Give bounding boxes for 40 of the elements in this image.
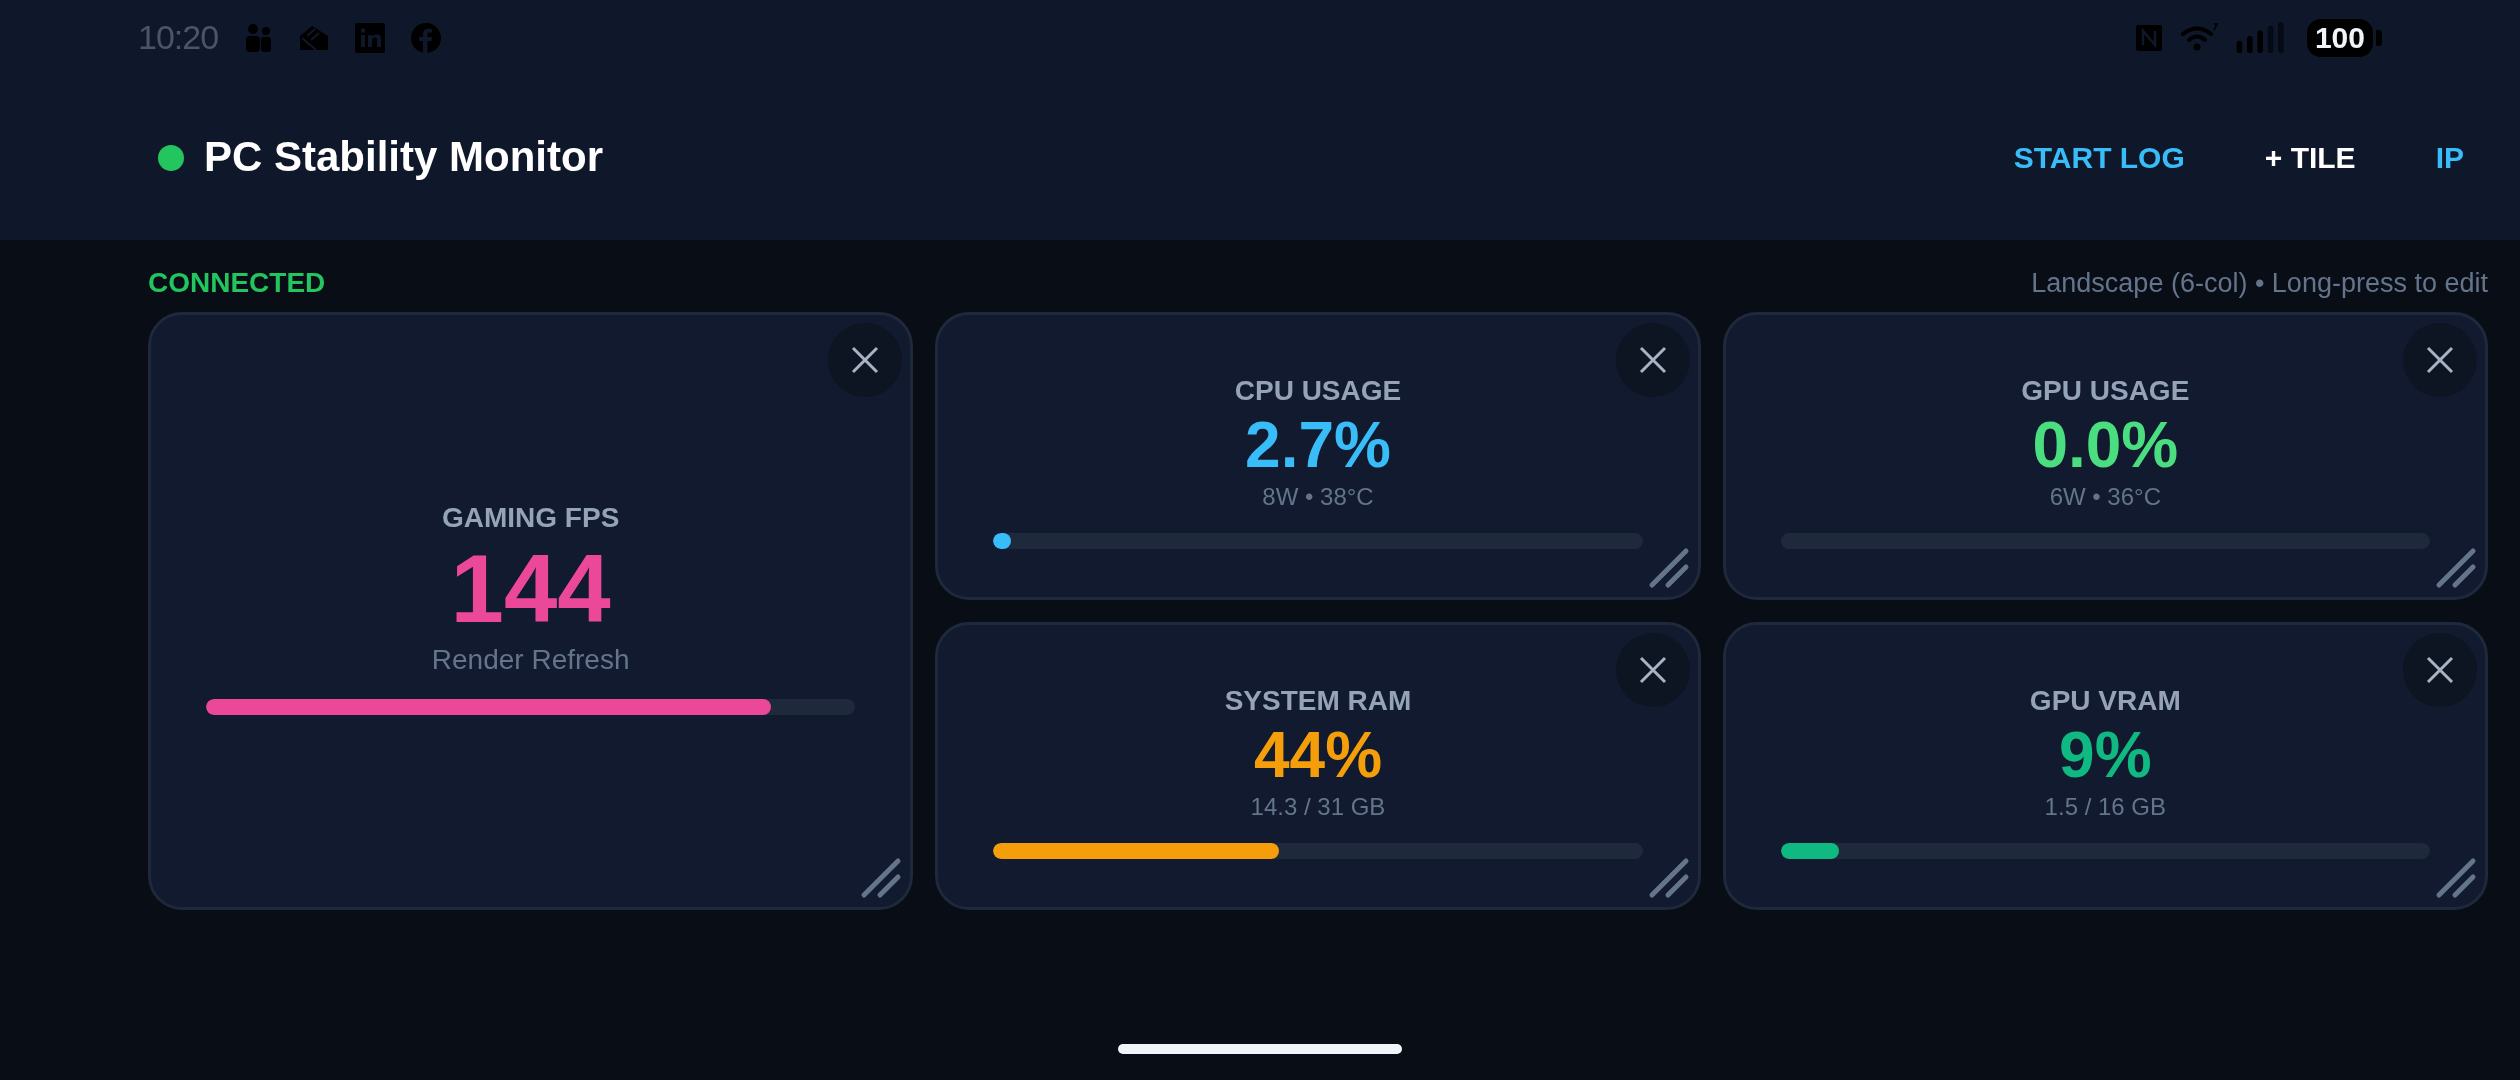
battery-level: 100 [2306, 18, 2373, 57]
metric-tile[interactable]: SYSTEM RAM 44% 14.3 / 31 GB [935, 622, 1701, 910]
tile-title: GAMING FPS [442, 500, 620, 535]
tile-detail: 14.3 / 31 GB [1250, 792, 1386, 823]
tile-detail: 1.5 / 16 GB [2044, 792, 2166, 823]
close-icon [2425, 345, 2455, 375]
tile-detail: 8W • 38°C [1262, 482, 1374, 513]
close-icon [1637, 655, 1668, 685]
header-action-button[interactable]: START LOG [2013, 135, 2185, 180]
resize-handle-icon[interactable] [2435, 547, 2477, 589]
resize-handle-icon[interactable] [860, 857, 903, 899]
connection-status: CONNECTED [148, 266, 326, 300]
close-icon [1637, 345, 1668, 375]
close-icon [2425, 655, 2455, 685]
facebook-icon [410, 21, 443, 54]
close-icon [850, 345, 881, 375]
tile-detail: 6W • 36°C [2049, 482, 2161, 513]
metric-tile[interactable]: GAMING FPS 144 Render Refresh [148, 312, 914, 910]
resize-handle-icon[interactable] [2435, 857, 2477, 899]
tile-value: 144 [450, 538, 611, 640]
resize-handle-icon[interactable] [1647, 857, 1690, 899]
tile-title: GPU VRAM [2029, 684, 2181, 718]
resize-handle-icon[interactable] [1647, 547, 1690, 589]
tile-value: 44% [1253, 722, 1383, 790]
header-action-button[interactable]: IP [2435, 135, 2464, 180]
tile-title: SYSTEM RAM [1224, 684, 1412, 718]
tile-detail: Render Refresh [431, 643, 630, 678]
linkedin-icon [354, 21, 387, 54]
app-title: PC Stability Monitor [204, 132, 603, 183]
tile-title: CPU USAGE [1234, 374, 1402, 408]
header-action-button[interactable]: + TILE [2264, 135, 2356, 180]
status-time: 10:20 [138, 17, 219, 58]
tile-value: 2.7% [1245, 412, 1391, 480]
tile-value: 0.0% [2032, 412, 2179, 480]
tile-value: 9% [2059, 722, 2152, 790]
metric-tile[interactable]: GPU USAGE 0.0% 6W • 36°C [1722, 312, 2488, 600]
metric-tile[interactable]: CPU USAGE 2.7% 8W • 38°C [935, 312, 1701, 600]
tile-title: GPU USAGE [2021, 374, 2190, 408]
metric-tile[interactable]: GPU VRAM 9% 1.5 / 16 GB [1722, 622, 2488, 910]
layout-hint: Landscape (6-col) • Long-press to edit [2031, 266, 2488, 300]
